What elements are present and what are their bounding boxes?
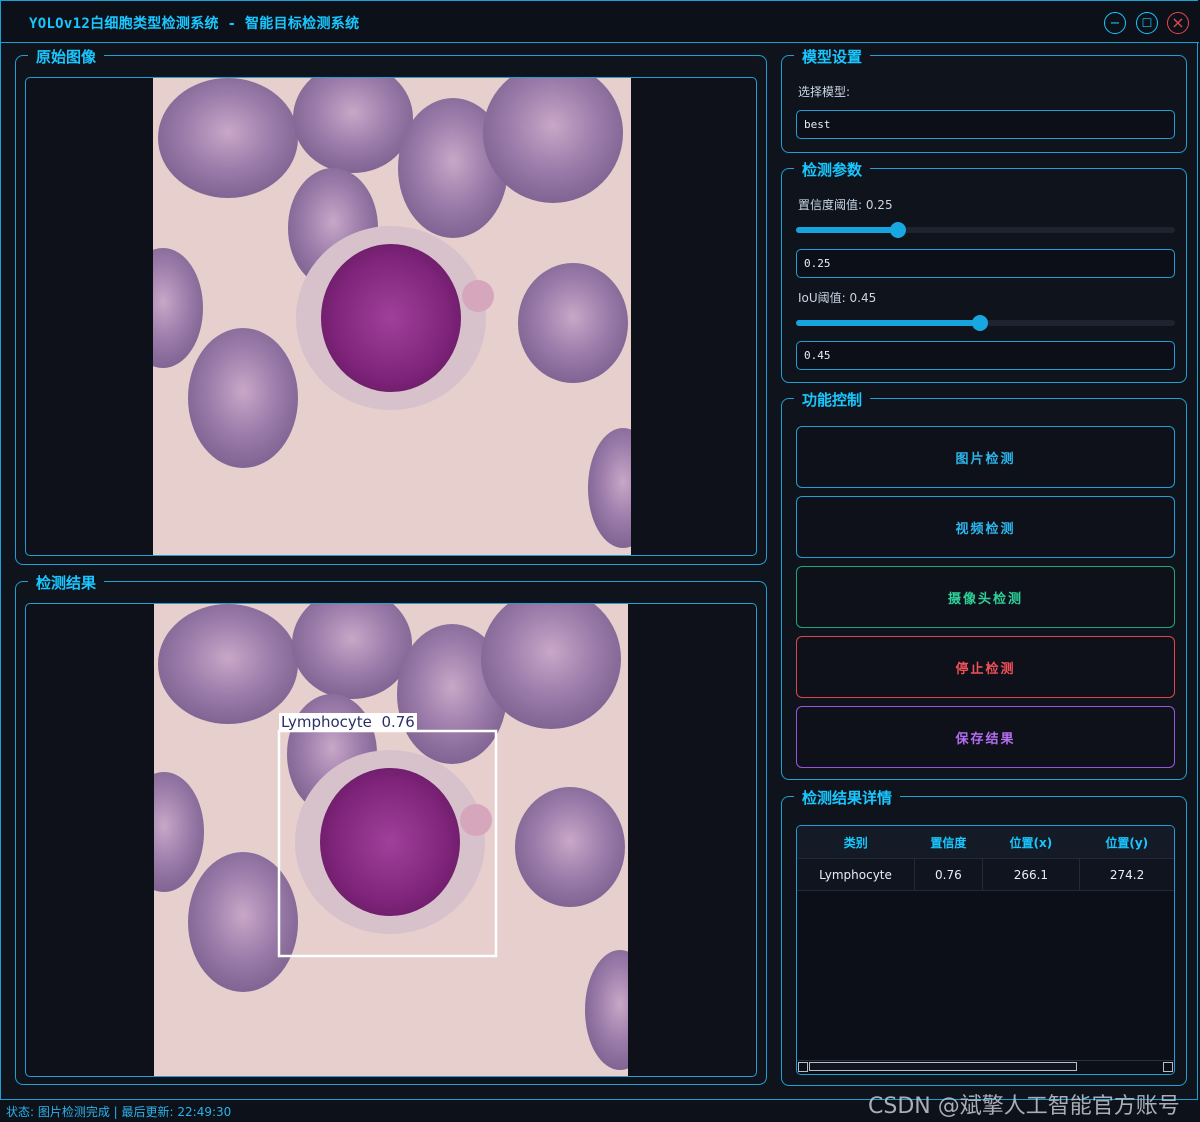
result-image-panel: 检测结果 Lymphocyte 0.76 [15,572,767,1085]
iou-threshold-label: IoU阈值: 0.45 [798,291,877,305]
result-table-frame: 类别 置信度 位置(x) 位置(y) Lymphocyte 0.76 266.1… [796,825,1175,1075]
conf-slider[interactable] [796,222,1175,238]
column-header-confidence[interactable]: 置信度 [914,826,983,859]
blood-smear-image [153,78,631,555]
result-image-frame: Lymphocyte 0.76 [25,603,757,1077]
horizontal-scrollbar[interactable] [797,1060,1174,1074]
iou-slider[interactable] [796,315,1175,331]
window-title: YOLOv12白细胞类型检测系统 - 智能目标检测系统 [29,16,360,32]
save-result-button[interactable]: 保存结果 [796,706,1175,768]
original-image-panel: 原始图像 [15,46,767,565]
original-image-frame [25,77,757,556]
model-select-label: 选择模型: [798,85,851,99]
camera-detect-button[interactable]: 摄像头检测 [796,566,1175,628]
maximize-icon: ☐ [1141,16,1153,30]
result-table-header: 类别 置信度 位置(x) 位置(y) [797,826,1174,859]
cell-class[interactable]: Lymphocyte [797,858,916,891]
column-header-position-y[interactable]: 位置(y) [1079,826,1174,859]
conf-value-input[interactable]: 0.25 [796,249,1175,278]
image-detect-button[interactable]: 图片检测 [796,426,1175,488]
model-select[interactable]: best [796,110,1175,139]
conf-slider-handle[interactable] [890,222,907,238]
cell-position-y[interactable]: 274.2 [1079,858,1174,891]
app-window: YOLOv12白细胞类型检测系统 - 智能目标检测系统 − ☐ × 原始图像 检… [0,0,1199,1100]
annotated-smear-image [154,604,628,1076]
function-controls-panel: 功能控制 图片检测 视频检测 摄像头检测 停止检测 保存结果 [781,389,1187,780]
maximize-button[interactable]: ☐ [1136,12,1158,34]
original-cell-image [153,78,631,555]
video-detect-button[interactable]: 视频检测 [796,496,1175,558]
detect-params-panel: 检测参数 置信度阈值: 0.25 0.25 IoU阈值: 0.45 0.45 [781,159,1187,383]
result-cell-image: Lymphocyte 0.76 [154,604,628,1076]
table-row[interactable]: Lymphocyte 0.76 266.1 274.2 [797,858,1174,891]
cell-confidence[interactable]: 0.76 [914,858,983,891]
column-header-position-x[interactable]: 位置(x) [982,826,1080,859]
iou-slider-fill [796,320,981,326]
detection-label: Lymphocyte 0.76 [279,713,417,731]
scroll-left-arrow[interactable] [798,1062,808,1072]
original-image-title: 原始图像 [28,46,105,67]
detect-params-title: 检测参数 [794,159,871,180]
model-settings-title: 模型设置 [794,46,871,67]
iou-slider-handle[interactable] [972,315,989,331]
close-button[interactable]: × [1167,12,1189,34]
title-bar[interactable]: YOLOv12白细胞类型检测系统 - 智能目标检测系统 − ☐ × [1,1,1199,43]
scroll-right-arrow[interactable] [1163,1062,1173,1072]
result-details-title: 检测结果详情 [794,787,901,808]
stop-detect-button[interactable]: 停止检测 [796,636,1175,698]
cell-position-x[interactable]: 266.1 [982,858,1081,891]
conf-slider-fill [796,227,899,233]
watermark: CSDN @斌擎人工智能官方账号 [868,1094,1180,1119]
result-details-panel: 检测结果详情 类别 置信度 位置(x) 位置(y) Lymphocyte 0.7… [781,787,1187,1086]
column-header-class[interactable]: 类别 [797,826,915,859]
minimize-button[interactable]: − [1104,12,1126,34]
conf-threshold-label: 置信度阈值: 0.25 [798,198,893,212]
status-bar: 状态: 图片检测完成 | 最后更新: 22:49:30 [6,1105,232,1119]
result-image-title: 检测结果 [28,572,105,593]
iou-value-input[interactable]: 0.45 [796,341,1175,370]
model-settings-panel: 模型设置 选择模型: best [781,46,1187,153]
close-icon: × [1171,13,1185,32]
result-table: 类别 置信度 位置(x) 位置(y) Lymphocyte 0.76 266.1… [797,826,1174,891]
scrollbar-thumb[interactable] [809,1062,1077,1071]
function-controls-title: 功能控制 [794,389,871,410]
minimize-icon: − [1109,15,1121,31]
